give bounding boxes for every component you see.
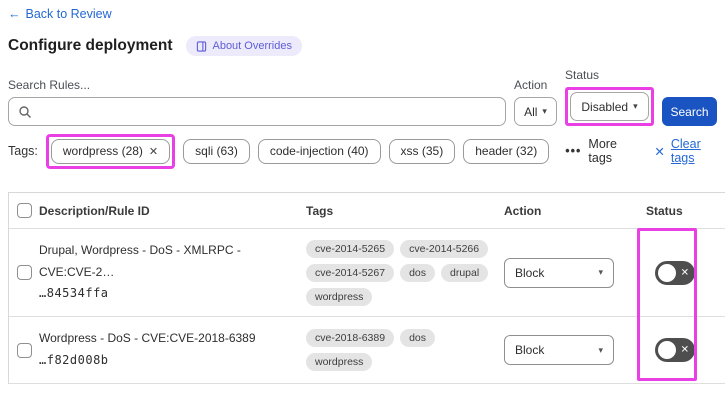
rule-tag: dos [400,329,435,347]
tag-filter-sqli[interactable]: sqli (63) [183,138,250,164]
search-icon [19,106,31,118]
row-checkbox[interactable] [16,342,32,358]
configure-deployment-page: ← Back to Review Configure deployment Ab… [0,0,725,406]
rule-description: Wordpress - DoS - CVE:CVE-2018-6389 [39,331,256,346]
search-group: Search Rules... [8,78,506,126]
tag-filter-code-injection[interactable]: code-injection (40) [257,138,381,164]
table-body: Drupal, Wordpress - DoS - XMLRPC - CVE:C… [9,229,725,384]
chevron-down-icon: ▾ [598,267,603,277]
action-select[interactable]: Block ▾ [504,257,614,288]
row-checkbox-cell [9,342,39,358]
col-action: Action [504,203,542,218]
back-to-review-link[interactable]: ← Back to Review [8,7,112,21]
rule-tag: cve-2014-5265 [306,239,395,258]
rule-action-cell: Block ▾ [504,335,646,365]
tag-filter-xss[interactable]: xss (35) [388,138,456,164]
table-row: Wordpress - DoS - CVE:CVE-2018-6389 …f82… [9,317,725,384]
page-title: Configure deployment [8,37,173,54]
rule-description-cell: Drupal, Wordpress - DoS - XMLRPC - CVE:C… [39,240,306,305]
chevron-down-icon: ▾ [633,101,638,111]
rule-tags-cell: cve-2014-5265 cve-2014-5266 cve-2014-5267 d… [306,232,504,314]
action-dropdown[interactable]: All ▾ [514,97,557,126]
remove-tag-icon[interactable]: ✕ [149,145,158,158]
tag-filter-label: wordpress (28) [62,144,143,158]
about-overrides-label: About Overrides [212,40,292,52]
rules-table: Description/Rule ID Tags Action Status D… [8,192,725,384]
rule-tag: cve-2014-5266 [400,239,489,258]
row-checkbox-cell [9,265,39,280]
search-rules-input[interactable] [37,104,505,119]
rule-tag: drupal [441,263,489,282]
toggle-knob [658,341,676,359]
rule-tag: dos [400,263,435,282]
rule-tag: cve-2018-6389 [306,329,395,347]
header-checkbox-cell [9,203,39,218]
rule-action-cell: Block ▾ [504,257,646,288]
clear-x-icon: ✕ [654,144,665,159]
ellipsis-icon: ••• [565,144,582,158]
rule-status-cell: ✕ [646,260,725,285]
filter-controls: Search Rules... Action All ▾ Status Disa… [8,68,717,126]
more-tags-button[interactable]: ••• More tags [565,137,632,165]
status-value: Disabled [581,99,629,114]
selected-tag-highlight-annotation: wordpress (28) ✕ [45,133,176,169]
search-button[interactable]: Search [662,97,717,126]
rule-description: Drupal, Wordpress - DoS - XMLRPC - CVE:C… [39,243,241,279]
search-label: Search Rules... [8,78,91,92]
action-select-value: Block [515,265,545,280]
action-label: Action [514,78,548,92]
chevron-down-icon: ▾ [598,344,603,355]
row-checkbox[interactable] [16,265,32,280]
more-tags-label: More tags [588,137,617,165]
action-value: All [524,104,538,119]
toggle-x-icon: ✕ [680,344,689,356]
status-highlight-annotation: Disabled ▾ [565,87,654,126]
action-select-value: Block [515,343,545,357]
action-filter-group: Action All ▾ [514,78,557,126]
clear-tags-button[interactable]: ✕ Clear tags [654,137,717,165]
rule-tag: wordpress [306,353,373,371]
search-box [8,97,506,126]
clear-tags-label: Clear tags [670,137,701,165]
rule-tag: cve-2014-5267 [306,263,395,282]
col-tags: Tags [306,203,334,218]
status-toggle-off[interactable]: ✕ [655,260,695,285]
heading-row: Configure deployment About Overrides [8,36,717,56]
col-description: Description/Rule ID [39,203,150,218]
about-overrides-badge[interactable]: About Overrides [186,36,302,56]
col-status: Status [646,203,683,218]
rule-tag: wordpress [306,287,373,306]
tag-filter-header[interactable]: header (32) [463,138,550,164]
select-all-checkbox[interactable] [16,203,32,218]
back-arrow-icon: ← [8,7,21,21]
table-row: Drupal, Wordpress - DoS - XMLRPC - CVE:C… [9,229,725,317]
status-label: Status [565,68,600,82]
table-header-row: Description/Rule ID Tags Action Status [9,193,725,229]
rule-status-cell: ✕ [646,338,725,362]
rule-tags-cell: cve-2018-6389 dos wordpress [306,321,504,379]
rule-description-cell: Wordpress - DoS - CVE:CVE-2018-6389 …f82… [39,328,306,371]
toggle-knob [658,263,676,282]
back-link-label: Back to Review [25,7,112,21]
status-toggle-off[interactable]: ✕ [655,338,695,362]
chevron-down-icon: ▾ [542,106,547,116]
action-select[interactable]: Block ▾ [504,335,614,365]
toggle-x-icon: ✕ [680,267,689,278]
tag-filter-wordpress[interactable]: wordpress (28) ✕ [50,138,171,164]
status-filter-group: Status Disabled ▾ [565,68,654,126]
rule-id: …84534ffa [39,286,109,301]
book-icon [197,40,207,52]
tags-bar: Tags: wordpress (28) ✕ sqli (63) code-in… [8,133,717,169]
status-dropdown[interactable]: Disabled ▾ [570,92,649,121]
rule-id: …f82d008b [39,353,109,367]
tags-bar-label: Tags: [8,144,38,158]
